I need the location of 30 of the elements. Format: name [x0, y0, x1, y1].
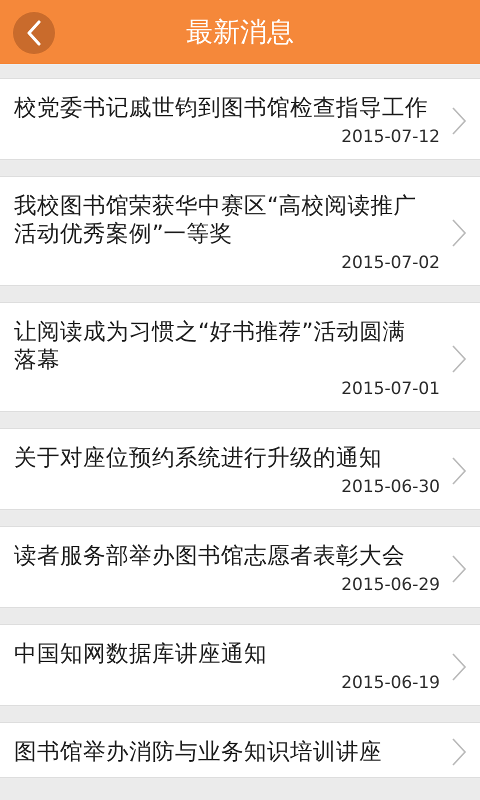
- news-item[interactable]: 读者服务部举办图书馆志愿者表彰大会 2015-06-29: [0, 526, 480, 608]
- news-date: 2015-07-01: [341, 378, 440, 400]
- news-item[interactable]: 关于对座位预约系统进行升级的通知 2015-06-30: [0, 428, 480, 510]
- news-item[interactable]: 图书馆举办消防与业务知识培训讲座: [0, 722, 480, 778]
- news-item[interactable]: 让阅读成为习惯之“好书推荐”活动圆满落幕 2015-07-01: [0, 302, 480, 412]
- news-title: 中国知网数据库讲座通知: [14, 640, 268, 668]
- news-title: 图书馆举办消防与业务知识培训讲座: [14, 738, 383, 766]
- news-date: 2015-07-02: [341, 252, 440, 274]
- chevron-icon: [452, 457, 466, 485]
- chevron-icon: [452, 555, 466, 583]
- news-title: 读者服务部举办图书馆志愿者表彰大会: [14, 542, 406, 570]
- chevron-icon: [452, 738, 466, 766]
- chevron-icon: [452, 653, 466, 681]
- news-title: 我校图书馆荣获华中赛区“高校阅读推广活动优秀案例”一等奖: [14, 192, 418, 248]
- back-icon: [26, 20, 42, 46]
- chevron-icon: [452, 107, 466, 135]
- back-button[interactable]: [13, 12, 55, 54]
- news-title: 让阅读成为习惯之“好书推荐”活动圆满落幕: [14, 318, 406, 374]
- chevron-icon: [452, 219, 466, 247]
- news-date: 2015-06-30: [341, 476, 440, 498]
- news-title: 校党委书记戚世钧到图书馆检查指导工作: [14, 94, 428, 122]
- news-date: 2015-07-12: [341, 126, 440, 148]
- news-item[interactable]: 校党委书记戚世钧到图书馆检查指导工作 2015-07-12: [0, 78, 480, 160]
- news-date: 2015-06-29: [341, 574, 440, 596]
- news-date: 2015-06-19: [341, 672, 440, 694]
- news-item[interactable]: 我校图书馆荣获华中赛区“高校阅读推广活动优秀案例”一等奖 2015-07-02: [0, 176, 480, 286]
- news-title: 关于对座位预约系统进行升级的通知: [14, 444, 383, 472]
- chevron-icon: [452, 345, 466, 373]
- news-item[interactable]: 中国知网数据库讲座通知 2015-06-19: [0, 624, 480, 706]
- page-title: 最新消息: [186, 16, 294, 50]
